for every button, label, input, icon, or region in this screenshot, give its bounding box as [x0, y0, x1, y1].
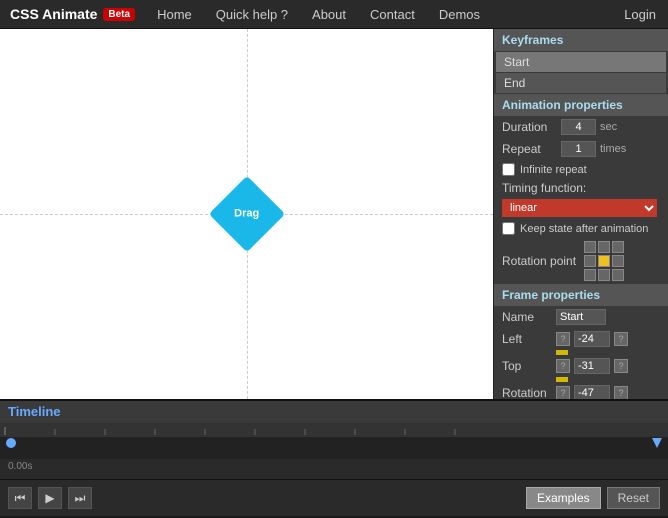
nav-contact[interactable]: Contact [358, 0, 427, 28]
rotation2-lock-icon[interactable]: ? [614, 386, 628, 399]
brand-text: CSS Animate [10, 6, 97, 22]
examples-button[interactable]: Examples [526, 487, 601, 509]
beta-badge: Beta [103, 8, 135, 21]
keep-state-label: Keep state after animation [520, 223, 648, 235]
keep-state-checkbox[interactable] [502, 222, 515, 235]
rot-cell-tc[interactable] [598, 241, 610, 253]
repeat-row: Repeat times [494, 138, 668, 160]
nav-home[interactable]: Home [145, 0, 204, 28]
timeline-header: Timeline [0, 401, 668, 423]
rot-cell-br[interactable] [612, 269, 624, 281]
keep-state-row: Keep state after animation [494, 219, 668, 238]
rot-cell-tl[interactable] [584, 241, 596, 253]
reset-button[interactable]: Reset [607, 487, 660, 509]
next-button[interactable]: ⏭ [68, 487, 92, 509]
timeline-handle-start[interactable] [6, 438, 16, 448]
left-input[interactable] [574, 331, 610, 347]
top-lock-icon[interactable]: ? [614, 359, 628, 373]
rotation2-help-icon[interactable]: ? [556, 386, 570, 399]
rotation2-label: Rotation [502, 386, 552, 399]
repeat-label: Repeat [502, 142, 557, 156]
infinite-checkbox[interactable] [502, 163, 515, 176]
rot-cell-ml[interactable] [584, 255, 596, 267]
nav-about[interactable]: About [300, 0, 358, 28]
duration-input[interactable] [561, 119, 596, 135]
keyframe-start[interactable]: Start [496, 52, 666, 72]
left-row: Left ? ? [494, 328, 668, 350]
name-label: Name [502, 310, 552, 324]
top-label: Top [502, 359, 552, 373]
keyframes-title: Keyframes [494, 29, 668, 51]
navbar: CSS Animate Beta Home Quick help ? About… [0, 0, 668, 29]
canvas-area: Drag [0, 29, 493, 399]
duration-row: Duration sec [494, 116, 668, 138]
bottom-controls: ⏮ ▶ ⏭ Examples Reset [0, 479, 668, 516]
rotation-grid [584, 241, 624, 281]
rot-cell-bl[interactable] [584, 269, 596, 281]
repeat-input[interactable] [561, 141, 596, 157]
name-input[interactable] [556, 309, 606, 325]
repeat-unit: times [600, 143, 626, 155]
timeline-handle-end[interactable] [652, 438, 662, 448]
rotation2-input[interactable] [574, 385, 610, 399]
left-help-icon[interactable]: ? [556, 332, 570, 346]
top-input[interactable] [574, 358, 610, 374]
rotation-label: Rotation point [502, 254, 576, 268]
top-help-icon[interactable]: ? [556, 359, 570, 373]
login-button[interactable]: Login [612, 0, 668, 28]
rotation2-row: Rotation ? ? [494, 382, 668, 399]
animation-title: Animation properties [494, 94, 668, 116]
time-label: 0.00s [0, 459, 668, 472]
duration-unit: sec [600, 121, 617, 133]
rotation-row: Rotation point [494, 238, 668, 284]
nav-links: Home Quick help ? About Contact Demos [145, 0, 492, 28]
nav-demos[interactable]: Demos [427, 0, 492, 28]
left-lock-icon[interactable]: ? [614, 332, 628, 346]
timeline-ruler [0, 423, 490, 437]
play-button[interactable]: ▶ [38, 487, 62, 509]
keyframe-end[interactable]: End [496, 73, 666, 93]
right-panel: Keyframes Start End Animation properties… [493, 29, 668, 399]
rot-cell-mc[interactable] [598, 255, 610, 267]
infinite-row: Infinite repeat [494, 160, 668, 179]
prev-button[interactable]: ⏮ [8, 487, 32, 509]
brand: CSS Animate Beta [0, 6, 145, 22]
main-area: Drag Keyframes Start End Animation prope… [0, 29, 668, 399]
rot-cell-mr[interactable] [612, 255, 624, 267]
name-row: Name [494, 306, 668, 328]
frame-title: Frame properties [494, 284, 668, 306]
rot-cell-tr[interactable] [612, 241, 624, 253]
drag-element[interactable]: Drag [208, 176, 284, 252]
timing-label: Timing function: [494, 179, 668, 197]
infinite-label: Infinite repeat [520, 164, 587, 176]
rot-cell-bc[interactable] [598, 269, 610, 281]
top-row: Top ? ? [494, 355, 668, 377]
duration-label: Duration [502, 120, 557, 134]
timeline: Timeline 0.00s [0, 399, 668, 479]
timing-select[interactable]: linear ease ease-in ease-out ease-in-out [502, 199, 657, 217]
left-label: Left [502, 332, 552, 346]
nav-quickhelp[interactable]: Quick help ? [204, 0, 300, 28]
drag-label: Drag [234, 208, 259, 220]
timeline-title: Timeline [8, 404, 61, 419]
